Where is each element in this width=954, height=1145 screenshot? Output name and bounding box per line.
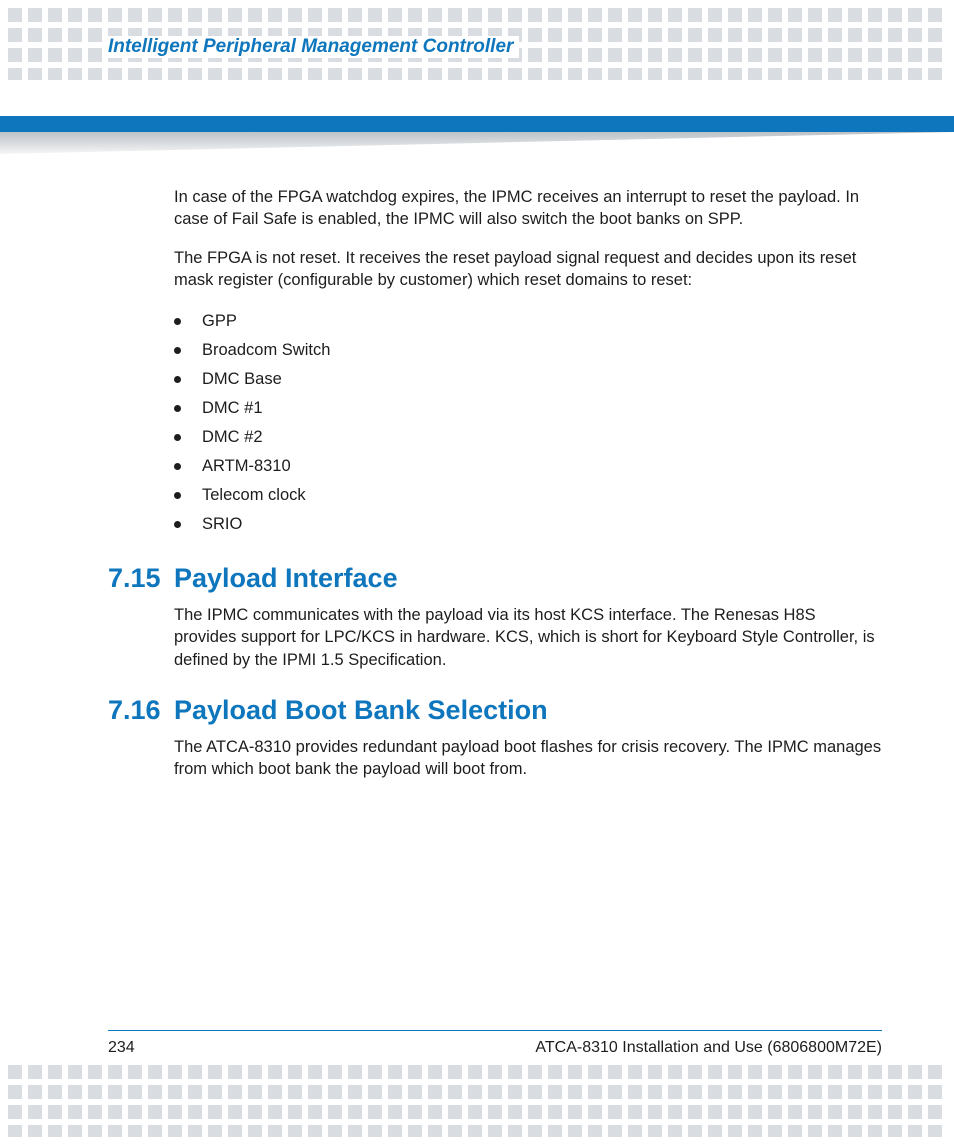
body-paragraph: In case of the FPGA watchdog expires, th… (174, 186, 882, 231)
list-item: SRIO (174, 510, 882, 539)
section-heading-7-15: 7.15 Payload Interface (108, 563, 882, 594)
running-header: Intelligent Peripheral Management Contro… (108, 36, 519, 58)
header-rule (0, 116, 954, 132)
list-item: DMC Base (174, 365, 882, 394)
body-paragraph: The FPGA is not reset. It receives the r… (174, 247, 882, 292)
section-heading-7-16: 7.16 Payload Boot Bank Selection (108, 695, 882, 726)
footer-pattern (0, 1065, 954, 1137)
section-number: 7.15 (108, 563, 174, 594)
list-item: GPP (174, 307, 882, 336)
document-id: ATCA-8310 Installation and Use (6806800M… (535, 1039, 882, 1057)
list-item: Telecom clock (174, 481, 882, 510)
footer-rule (108, 1030, 882, 1032)
section-paragraph: The ATCA-8310 provides redundant payload… (174, 736, 882, 781)
page-content: In case of the FPGA watchdog expires, th… (108, 186, 882, 796)
page-footer: 234 ATCA-8310 Installation and Use (6806… (108, 1039, 882, 1057)
section-title: Payload Interface (174, 563, 398, 594)
list-item: DMC #1 (174, 394, 882, 423)
header-wedge (0, 132, 954, 154)
page-number: 234 (108, 1039, 135, 1057)
section-paragraph: The IPMC communicates with the payload v… (174, 604, 882, 671)
section-number: 7.16 (108, 695, 174, 726)
reset-domain-list: GPPBroadcom SwitchDMC BaseDMC #1DMC #2AR… (174, 307, 882, 539)
list-item: Broadcom Switch (174, 336, 882, 365)
list-item: DMC #2 (174, 423, 882, 452)
list-item: ARTM-8310 (174, 452, 882, 481)
section-title: Payload Boot Bank Selection (174, 695, 548, 726)
